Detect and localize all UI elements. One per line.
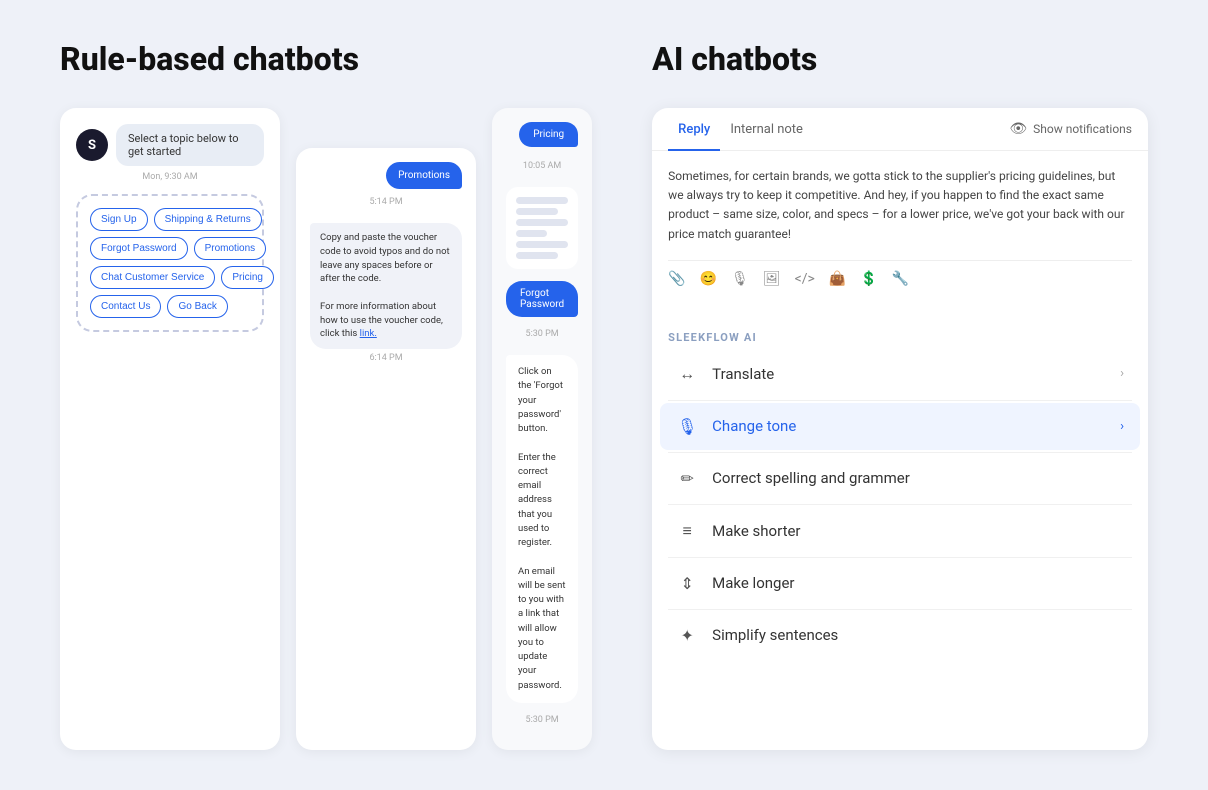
panel3-time1: 10:05 AM xyxy=(506,161,578,171)
panel3-time3: 5:30 PM xyxy=(506,715,578,725)
simplify-option[interactable]: ✦ Simplify sentences xyxy=(660,612,1140,659)
attach-icon[interactable]: 📎 xyxy=(668,271,685,287)
ai-body: Sometimes, for certain brands, we gotta … xyxy=(652,151,1148,317)
forgot-answer: Click on the 'Forgot your password' butt… xyxy=(506,355,578,703)
left-section: Rule-based chatbots S Select a topic bel… xyxy=(60,40,592,750)
promotions-chat: Promotions 5:14 PM Copy and paste the vo… xyxy=(310,162,462,371)
tab-reply[interactable]: Reply xyxy=(668,108,720,151)
emoji-icon[interactable]: 😊 xyxy=(700,271,717,287)
forgot-password-button[interactable]: Forgot Password xyxy=(90,237,188,260)
simplify-label: Simplify sentences xyxy=(712,626,1124,644)
divider-4 xyxy=(668,557,1132,558)
ai-text-content: Sometimes, for certain brands, we gotta … xyxy=(668,167,1132,244)
forgot-bubble: Forgot Password xyxy=(506,281,578,317)
promotions-bubble: Promotions xyxy=(386,162,462,189)
password-panel: Pricing 10:05 AM Forgot Password xyxy=(492,108,592,750)
contact-us-button[interactable]: Contact Us xyxy=(90,295,161,318)
btn-row-2: Forgot Password Promotions xyxy=(90,237,250,260)
microphone-icon: 🎙 xyxy=(676,417,698,436)
divider-1 xyxy=(668,400,1132,401)
translate-icon: ↔ xyxy=(676,364,698,384)
line-4 xyxy=(516,230,547,237)
translate-label: Translate xyxy=(712,365,1106,383)
show-notifications[interactable]: 👁 Show notifications xyxy=(1009,121,1132,137)
right-section: AI chatbots Reply Internal note 👁 Show n… xyxy=(652,40,1148,750)
chatbot-panels: S Select a topic below to get started Mo… xyxy=(60,108,592,750)
bag-icon[interactable]: 👜 xyxy=(829,271,846,287)
btn-row-3: Chat Customer Service Pricing xyxy=(90,266,250,289)
time2: 6:14 PM xyxy=(310,353,462,363)
avatar: S xyxy=(76,129,108,161)
make-shorter-label: Make shorter xyxy=(712,522,1124,540)
ai-panel: Reply Internal note 👁 Show notifications… xyxy=(652,108,1148,750)
line-6 xyxy=(516,252,558,259)
promotions-reply: Copy and paste the voucher code to avoid… xyxy=(310,223,462,349)
ai-toolbar: 📎 😊 🎙 🖼 </> 👜 💲 🔧 xyxy=(668,260,1132,297)
code-icon[interactable]: </> xyxy=(795,271,815,287)
line-3 xyxy=(516,219,568,226)
dollar-icon[interactable]: 💲 xyxy=(860,271,877,287)
panel3-time2: 5:30 PM xyxy=(506,329,578,339)
ai-tabs: Reply Internal note 👁 Show notifications xyxy=(652,108,1148,151)
ai-label: SLEEKFLOW AI xyxy=(652,317,1148,350)
shipping-button[interactable]: Shipping & Returns xyxy=(154,208,262,231)
bot-prompt: Select a topic below to get started xyxy=(116,124,264,166)
tab-internal-note[interactable]: Internal note xyxy=(720,108,813,151)
settings-icon[interactable]: 🔧 xyxy=(892,271,909,287)
signup-button[interactable]: Sign Up xyxy=(90,208,148,231)
spelling-label: Correct spelling and grammer xyxy=(712,469,1124,487)
line-5 xyxy=(516,241,568,248)
left-title: Rule-based chatbots xyxy=(60,40,592,78)
make-longer-option[interactable]: ⇕ Make longer xyxy=(660,560,1140,607)
longer-icon: ⇕ xyxy=(676,574,698,593)
make-shorter-option[interactable]: ≡ Make shorter xyxy=(660,507,1140,555)
change-tone-label: Change tone xyxy=(712,417,1106,435)
promotions-button[interactable]: Promotions xyxy=(194,237,267,260)
divider-3 xyxy=(668,504,1132,505)
btn-row-1: Sign Up Shipping & Returns xyxy=(90,208,250,231)
spelling-icon: ✏ xyxy=(676,469,698,488)
timestamp: Mon, 9:30 AM xyxy=(76,172,264,182)
time1: 5:14 PM xyxy=(310,197,462,207)
topic-menu-panel: S Select a topic below to get started Mo… xyxy=(60,108,280,750)
button-grid-container: Sign Up Shipping & Returns Forgot Passwo… xyxy=(76,194,264,332)
change-tone-option[interactable]: 🎙 Change tone › xyxy=(660,403,1140,450)
line-2 xyxy=(516,208,558,215)
promotions-panel: Promotions 5:14 PM Copy and paste the vo… xyxy=(296,148,476,750)
mic-icon[interactable]: 🎙 xyxy=(731,271,749,287)
bot-header: S Select a topic below to get started xyxy=(76,124,264,166)
voucher-link[interactable]: link. xyxy=(360,328,377,339)
btn-row-4: Contact Us Go Back xyxy=(90,295,250,318)
change-tone-arrow: › xyxy=(1120,419,1124,434)
line-1 xyxy=(516,197,568,204)
spelling-option[interactable]: ✏ Correct spelling and grammer xyxy=(660,455,1140,502)
go-back-button[interactable]: Go Back xyxy=(167,295,227,318)
pricing-bubble: Pricing xyxy=(519,122,578,147)
password-chat: Pricing 10:05 AM Forgot Password xyxy=(506,122,578,733)
chat-cs-button[interactable]: Chat Customer Service xyxy=(90,266,215,289)
divider-2 xyxy=(668,452,1132,453)
make-longer-label: Make longer xyxy=(712,574,1124,592)
simplify-icon: ✦ xyxy=(676,626,698,645)
right-title: AI chatbots xyxy=(652,40,1148,78)
image-icon[interactable]: 🖼 xyxy=(763,271,781,287)
shorter-icon: ≡ xyxy=(676,521,698,541)
eye-icon: 👁 xyxy=(1009,121,1027,137)
pricing-button[interactable]: Pricing xyxy=(221,266,274,289)
translate-option[interactable]: ↔ Translate › xyxy=(660,350,1140,398)
button-grid: Sign Up Shipping & Returns Forgot Passwo… xyxy=(90,208,250,318)
line-placeholders xyxy=(506,187,578,269)
divider-5 xyxy=(668,609,1132,610)
translate-arrow: › xyxy=(1120,366,1124,381)
